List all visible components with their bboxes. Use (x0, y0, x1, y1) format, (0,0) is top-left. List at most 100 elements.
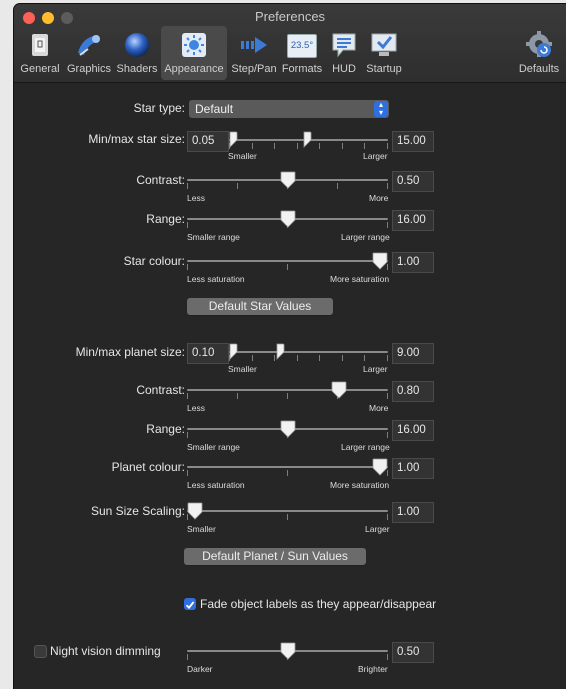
planet-colour-field[interactable]: 1.00 (392, 458, 434, 479)
slider-tick (319, 143, 320, 149)
planet-range-label: Range: (146, 422, 185, 436)
slider-tick (237, 393, 238, 399)
planet-max-size-field[interactable]: 9.00 (392, 343, 434, 364)
slider-tick (187, 222, 188, 228)
planet-contrast-field[interactable]: 0.80 (392, 381, 434, 402)
tab-shaders[interactable]: Shaders (115, 26, 159, 80)
star-range-field[interactable]: 16.00 (392, 210, 434, 231)
planet-size-slider[interactable] (229, 341, 388, 363)
slider-track (229, 351, 388, 353)
planet-colour-slider[interactable] (187, 456, 388, 478)
planet-size-cap-right: Larger (363, 364, 388, 374)
tab-general[interactable]: General (17, 26, 63, 80)
slider-min-thumb[interactable] (229, 343, 245, 361)
tab-appearance[interactable]: Appearance (161, 26, 227, 80)
slider-max-thumb[interactable] (303, 131, 319, 149)
star-contrast-label: Contrast: (136, 173, 185, 187)
star-size-slider[interactable] (229, 129, 388, 151)
night-vision-slider[interactable] (187, 640, 388, 662)
startup-icon (371, 33, 397, 56)
slider-tick (187, 654, 188, 660)
slider-tick (252, 143, 253, 149)
planet-range-field[interactable]: 16.00 (392, 420, 434, 441)
chevron-updown-icon: ▴ ▾ (374, 101, 388, 117)
star-size-cap-right: Larger (363, 151, 388, 161)
graphics-icon (78, 35, 100, 56)
default-star-values-button[interactable]: Default Star Values (187, 298, 333, 315)
slider-tick (187, 393, 188, 399)
slider-max-thumb[interactable] (276, 343, 292, 361)
slider-track (187, 260, 388, 262)
planet-contrast-cap-left: Less (187, 403, 205, 413)
tab-formats[interactable]: 23.5° Formats (280, 26, 324, 80)
slider-thumb[interactable] (280, 420, 296, 438)
star-min-size-field[interactable]: 0.05 (187, 131, 229, 152)
slider-thumb[interactable] (187, 502, 203, 520)
star-colour-slider[interactable] (187, 250, 388, 272)
shaders-icon (125, 33, 149, 57)
slider-tick (364, 143, 365, 149)
slider-thumb[interactable] (372, 458, 388, 476)
star-contrast-field[interactable]: 0.50 (392, 171, 434, 192)
star-type-popup[interactable]: Default ▴ ▾ (189, 100, 389, 118)
star-range-label: Range: (146, 212, 185, 226)
night-vision-checkbox[interactable] (34, 645, 47, 658)
slider-thumb[interactable] (280, 210, 296, 228)
defaults-button[interactable]: Defaults (516, 26, 562, 80)
star-contrast-cap-left: Less (187, 193, 205, 203)
planet-range-cap-left: Smaller range (187, 442, 240, 452)
planet-size-cap-left: Smaller (228, 364, 257, 374)
slider-tick (252, 355, 253, 361)
general-icon (32, 34, 48, 56)
planet-range-cap-right: Larger range (341, 442, 390, 452)
planet-colour-label: Planet colour: (111, 460, 185, 474)
slider-thumb[interactable] (280, 642, 296, 660)
window-title: Preferences (254, 9, 326, 24)
slider-thumb[interactable] (372, 252, 388, 270)
planet-range-slider[interactable] (187, 418, 388, 440)
star-contrast-slider[interactable] (187, 169, 388, 191)
planet-min-size-field[interactable]: 0.10 (187, 343, 229, 364)
sun-size-field[interactable]: 1.00 (392, 502, 434, 523)
tab-startup[interactable]: Startup (363, 26, 405, 80)
sun-size-slider[interactable] (187, 500, 388, 522)
slider-tick (387, 355, 388, 361)
tab-graphics[interactable]: Graphics (65, 26, 113, 80)
sun-size-cap-left: Smaller (187, 524, 216, 534)
planet-contrast-slider[interactable] (187, 379, 388, 401)
slider-tick (287, 470, 288, 476)
slider-tick (387, 514, 388, 520)
slider-thumb[interactable] (331, 381, 347, 399)
tab-hud[interactable]: HUD (325, 26, 363, 80)
defaults-icon (526, 31, 552, 57)
slider-tick (387, 183, 388, 189)
slider-tick (387, 222, 388, 228)
sun-size-label: Sun Size Scaling: (90, 504, 185, 518)
formats-icon: 23.5° (287, 34, 317, 58)
default-planet-sun-values-button[interactable]: Default Planet / Sun Values (184, 548, 366, 565)
night-vision-field[interactable]: 0.50 (392, 642, 434, 663)
slider-thumb[interactable] (280, 171, 296, 189)
star-range-slider[interactable] (187, 208, 388, 230)
fade-labels-checkbox[interactable] (184, 598, 196, 610)
slider-tick (387, 393, 388, 399)
star-colour-field[interactable]: 1.00 (392, 252, 434, 273)
slider-tick (287, 264, 288, 270)
slider-tick (337, 183, 338, 189)
slider-track (187, 389, 388, 391)
slider-tick (287, 514, 288, 520)
fade-labels-label: Fade object labels as they appear/disapp… (200, 597, 437, 611)
star-colour-cap-right: More saturation (330, 274, 390, 284)
slider-tick (287, 393, 288, 399)
star-colour-cap-left: Less saturation (187, 274, 245, 284)
slider-tick (187, 183, 188, 189)
slider-min-thumb[interactable] (229, 131, 245, 149)
star-max-size-field[interactable]: 15.00 (392, 131, 434, 152)
slider-tick (387, 654, 388, 660)
hud-icon (332, 33, 356, 58)
slider-track (187, 466, 388, 468)
tab-step-pan[interactable]: Step/Pan (229, 26, 279, 80)
star-size-label: Min/max star size: (88, 132, 185, 146)
planet-colour-cap-right: More saturation (330, 480, 390, 490)
slider-tick (342, 355, 343, 361)
